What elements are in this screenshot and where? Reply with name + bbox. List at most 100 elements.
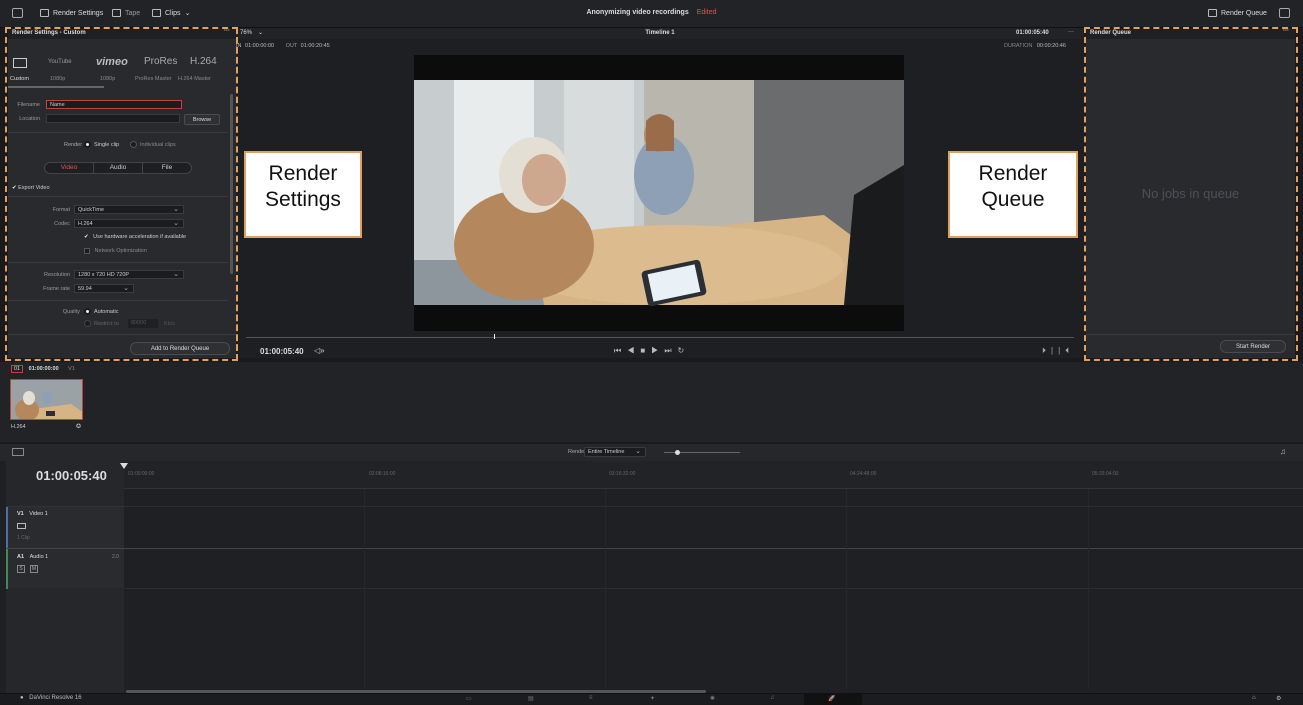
panel-toggle-right-icon[interactable]: [1279, 8, 1290, 18]
ruler-tick-label: 02:08:16:00: [369, 471, 396, 477]
video-image: [414, 80, 904, 307]
track-divider: [124, 506, 1303, 507]
ruler-tick-label: 04:24:48:00: [850, 471, 877, 477]
scrubber-track[interactable]: [246, 334, 1074, 339]
app-brand: ● DaVinci Resolve 16: [20, 695, 82, 701]
fusion-page-icon[interactable]: ✦: [650, 695, 655, 702]
stop-icon[interactable]: ■: [640, 346, 651, 355]
timeline-select[interactable]: Timeline 1: [236, 30, 1084, 36]
project-title-area: Anonymizing video recordings Edited: [0, 9, 1303, 16]
render-range-select[interactable]: Entire Timeline: [584, 447, 646, 457]
track-headers: 01:00:05:40 V1 Video 1 1 Clip A1 Audio 1…: [6, 461, 124, 693]
clip-thumbnail-image: [11, 380, 82, 419]
ruler-tick-label: 05:33:04:00: [1092, 471, 1119, 477]
davinci-logo-icon: ●: [20, 695, 24, 701]
mute-button[interactable]: M: [30, 565, 38, 573]
timeline-toolbar: Render Entire Timeline ♫: [0, 444, 1303, 461]
zoom-slider-knob[interactable]: [675, 450, 680, 455]
next-clip-icon[interactable]: ⏵|: [1042, 346, 1058, 355]
render-queue-callout-text: Render Queue: [978, 162, 1048, 211]
solo-button[interactable]: S: [17, 565, 25, 573]
track-color-bar: [6, 507, 8, 549]
audio-channels: 2.0: [112, 554, 119, 560]
clip-index: 01: [11, 365, 24, 373]
video-track-name: Video 1: [29, 511, 48, 517]
render-queue-callout: Render Queue: [948, 151, 1078, 238]
duration-timecode: 00:00:20:46: [1036, 43, 1066, 49]
in-timecode: 01:00:00:00: [245, 43, 275, 49]
render-queue-icon: [1208, 9, 1217, 17]
cut-page-icon[interactable]: ▤: [528, 695, 534, 702]
render-settings-callout-text: Render Settings: [265, 162, 341, 211]
top-toolbar: Render Settings Tape Clips ⌄ Anonymizing…: [0, 0, 1303, 28]
out-timecode: 01:00:20:45: [300, 43, 330, 49]
viewer-timecode: 01:00:05:40: [1016, 30, 1049, 36]
more-options-icon[interactable]: ···: [1068, 29, 1074, 35]
timeline-playhead[interactable]: [120, 463, 128, 469]
out-label: OUT: [285, 43, 298, 49]
video-track-title: V1 Video 1: [17, 511, 48, 517]
timeline-ruler[interactable]: 01:00:00:00 02:08:16:00 03:16:32:00 04:2…: [120, 461, 1303, 489]
viewer-header: 76% ⌄ Timeline 1 01:00:05:40 ···: [236, 28, 1084, 39]
grid-line: [605, 489, 606, 689]
render-settings-callout: Render Settings: [244, 151, 362, 238]
render-queue-toggle[interactable]: Render Queue: [1208, 9, 1267, 17]
clip-codec: H.264: [11, 424, 26, 430]
current-timecode: 01:00:05:40: [260, 347, 304, 356]
home-icon[interactable]: ⌂: [1252, 695, 1256, 701]
render-queue-label: Render Queue: [1221, 9, 1267, 17]
loop-icon[interactable]: ↻: [678, 346, 691, 355]
play-reverse-icon[interactable]: ◀: [627, 346, 640, 355]
video-track-header: V1 Video 1 1 Clip: [6, 506, 124, 549]
clip-thumbnail[interactable]: [10, 379, 83, 420]
in-out-nav: ⏵||⏴: [1042, 346, 1074, 356]
prev-clip-icon[interactable]: |⏴: [1058, 346, 1074, 355]
media-page-icon[interactable]: ▭: [466, 695, 472, 702]
video-track-clip-count: 1 Clip: [17, 535, 30, 541]
render-settings-highlight: [5, 27, 238, 361]
ruler-tick-label: 03:16:32:00: [609, 471, 636, 477]
viewer-left-border: [236, 28, 238, 360]
play-icon[interactable]: ▶: [651, 346, 664, 355]
zoom-slider[interactable]: [664, 450, 740, 455]
audio-track-title: A1 Audio 1: [17, 554, 48, 560]
clip-timecode: 01:00:00:00: [28, 366, 59, 372]
audio-track-name: Audio 1: [29, 554, 49, 560]
fairlight-page-icon[interactable]: ♫: [770, 695, 775, 701]
clip-header: 01 01:00:00:00 V1: [11, 365, 75, 373]
volume-icon[interactable]: ◁»: [314, 346, 325, 355]
clips-strip: 01 01:00:00:00 V1 H.264 ✪: [0, 362, 1303, 442]
audio-track-id: A1: [17, 554, 25, 560]
grid-line: [846, 489, 847, 689]
duration-row: DURATION 00:00:20:46: [1004, 43, 1066, 49]
track-divider: [124, 548, 1303, 549]
duration-label: DURATION: [1004, 43, 1033, 49]
video-frame: [414, 55, 904, 331]
app-name: DaVinci Resolve 16: [29, 695, 82, 701]
track-divider: [124, 588, 1303, 589]
clip-link-icon: ✪: [76, 424, 82, 430]
color-page-icon[interactable]: ✺: [710, 695, 715, 702]
edited-badge: Edited: [696, 9, 717, 16]
audio-track-header: A1 Audio 1 2.0 S M: [6, 548, 124, 589]
scrubber-playhead[interactable]: [494, 334, 496, 339]
grid-line: [1088, 489, 1089, 689]
deliver-page-icon: 🚀: [828, 696, 836, 702]
render-queue-highlight: [1084, 27, 1298, 361]
edit-page-icon[interactable]: ≡: [589, 695, 593, 701]
video-track-id: V1: [17, 511, 24, 517]
clip-track: V1: [68, 366, 75, 372]
jump-start-icon[interactable]: ⏮: [614, 346, 627, 355]
page-bar: ● DaVinci Resolve 16 ▭ ▤ ≡ ✦ ✺ ♫ 🚀 ⌂ ⚙: [0, 693, 1303, 705]
track-output-icon[interactable]: [17, 523, 26, 529]
deliver-page-tab[interactable]: 🚀: [804, 694, 862, 705]
timeline-view-icon[interactable]: [12, 448, 24, 456]
jump-end-icon[interactable]: ⏭: [664, 346, 677, 355]
gear-icon[interactable]: ⚙: [1276, 695, 1281, 702]
timeline-area: 01:00:05:40 V1 Video 1 1 Clip A1 Audio 1…: [0, 461, 1303, 693]
project-title: Anonymizing video recordings: [586, 9, 689, 16]
in-out-row: IN 01:00:00:00 OUT 01:00:20:45: [236, 43, 330, 49]
timeline-timecode: 01:00:05:40: [36, 468, 107, 483]
music-note-icon[interactable]: ♫: [1280, 447, 1286, 456]
transport-controls: ⏮◀■▶⏭↻: [614, 346, 690, 356]
